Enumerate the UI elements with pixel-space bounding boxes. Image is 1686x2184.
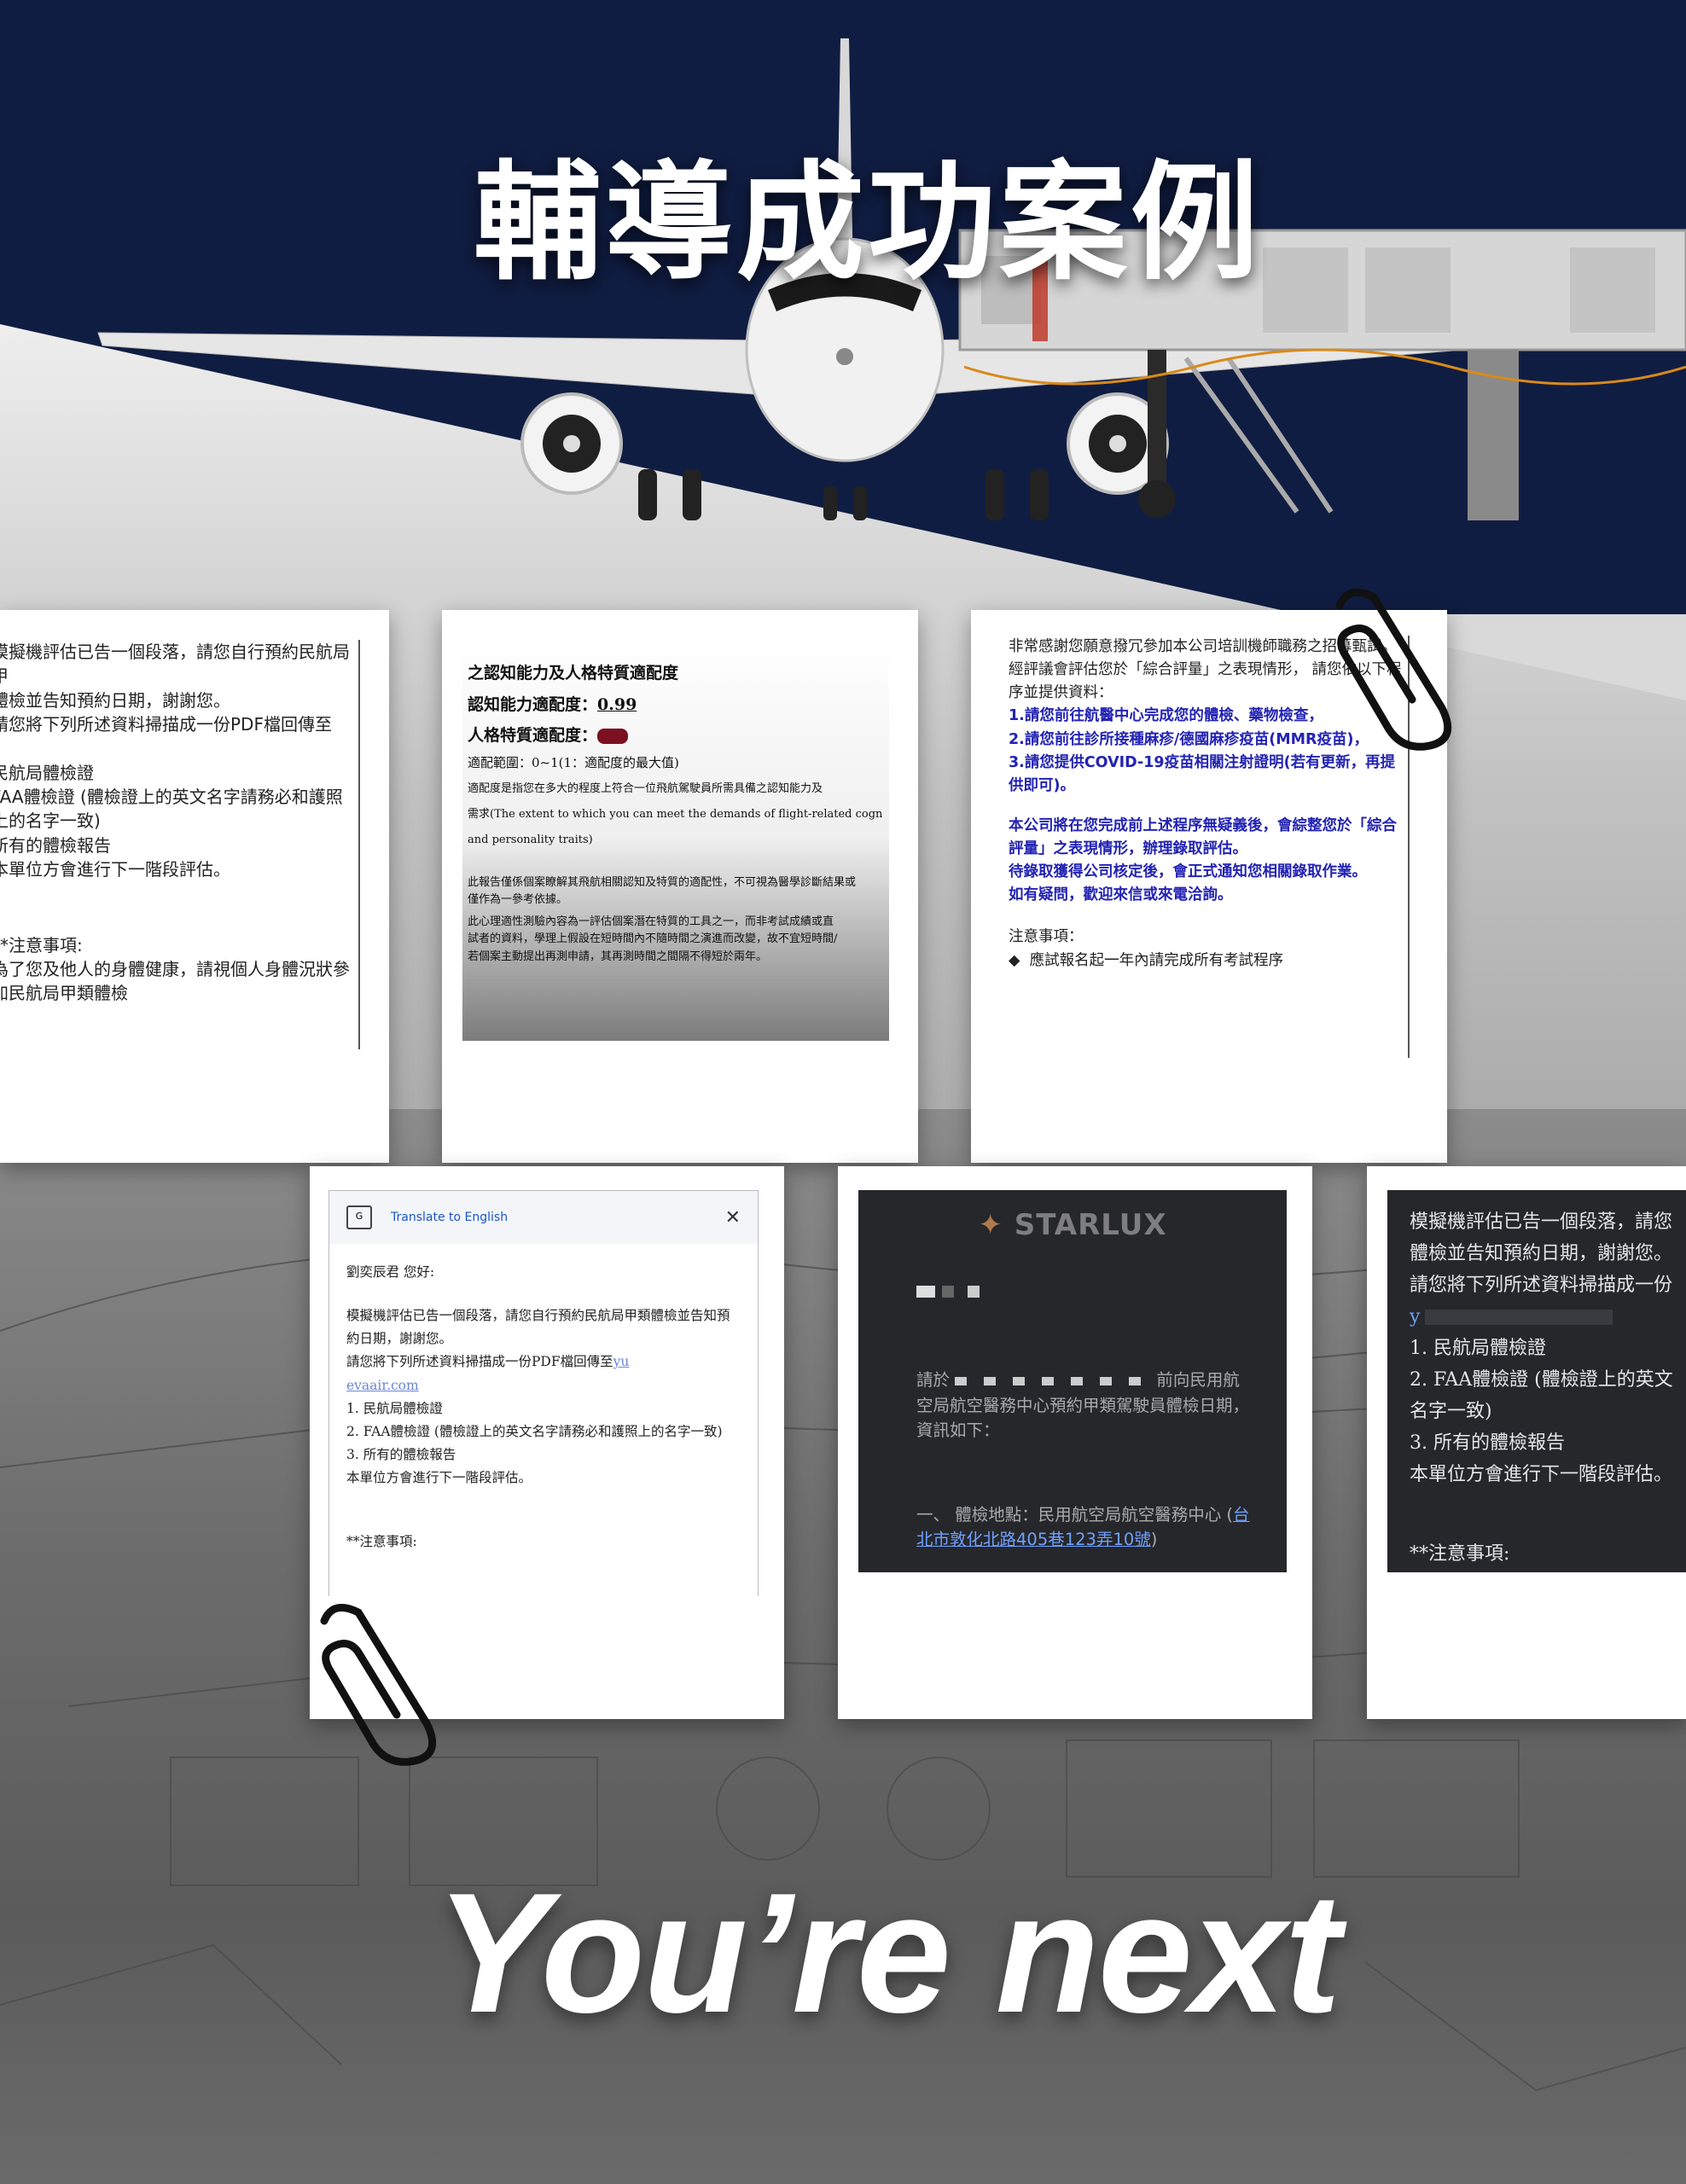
redacted-date bbox=[955, 1376, 1152, 1385]
paperclip-icon bbox=[320, 1603, 437, 1766]
list-item: 2. FAA體檢證 (體檢證上的英文名字請務必和護照上的名字一致) bbox=[346, 1423, 723, 1439]
cognitive-label: 認知能力適配度： bbox=[468, 695, 598, 715]
text-line: 本單位方會進行下一階段評估。 bbox=[346, 1470, 532, 1485]
scanned-report: 之認知能力及人格特質適配度 認知能力適配度：0.99 人格特質適配度： 適配範圍… bbox=[462, 636, 889, 1041]
note-text: 試者的資料，學理上假設在短時間內不隨時間之演進而改變，故不宜短時間/ bbox=[468, 932, 838, 946]
list-item: FAA體檢證 (體檢證上的英文名字請務必和護照上的名字一致) bbox=[0, 786, 343, 832]
email-window: G Translate to English ✕ 劉奕辰君 您好: 模擬機評估已… bbox=[328, 1190, 759, 1596]
diamond-bullet-icon: ◆ bbox=[1009, 951, 1030, 969]
text-line: 請您將下列所述資料掃描成一份PDF檔回傳至 bbox=[0, 714, 332, 735]
list-item: 所有的體檢報告 bbox=[0, 834, 111, 856]
text-fragment: ) bbox=[1150, 1530, 1158, 1550]
text-line: 請您將下列所述資料掃描成一份 bbox=[1410, 1274, 1673, 1296]
instruction-text: 如有疑問，歡迎來信或來電洽詢。 bbox=[1009, 886, 1233, 904]
cognitive-score: 0.99 bbox=[597, 695, 637, 715]
greeting: 劉奕辰君 您好: bbox=[346, 1264, 435, 1280]
close-icon[interactable]: ✕ bbox=[725, 1207, 741, 1228]
document-card-1: 模擬機評估已告一個段落，請您自行預約民航局甲 體檢並告知預約日期，謝謝您。 請您… bbox=[0, 610, 389, 1163]
text-fragment: 一、 體檢地點：民用航空局航空醫務中心 ( bbox=[916, 1505, 1234, 1525]
document-card-2: 之認知能力及人格特質適配度 認知能力適配度：0.99 人格特質適配度： 適配範圍… bbox=[442, 610, 918, 1163]
document-card-5: ✦ STARLUX 請於 前向民用航空局航空醫務中心預約甲類駕駛員體檢日期，資訊… bbox=[838, 1166, 1312, 1719]
instruction-text: 待錄取獲得公司核定後，會正式通知您相關錄取作業。 bbox=[1009, 863, 1367, 881]
email-link[interactable]: y bbox=[1410, 1306, 1420, 1327]
document-content: 模擬機評估已告一個段落，請您自行預約民航局甲 體檢並告知預約日期，謝謝您。 請您… bbox=[0, 640, 360, 1049]
translate-link[interactable]: Translate to English bbox=[391, 1211, 508, 1224]
redacted-email bbox=[1425, 1309, 1613, 1325]
notice-title: **注意事項: bbox=[346, 1534, 417, 1550]
starlux-logo-icon: ✦ bbox=[978, 1208, 1003, 1242]
range-text: 適配範圍：0~1(1：適配度的最大值) bbox=[468, 755, 679, 771]
appointment-text: 請於 前向民用航空局航空醫務中心預約甲類駕駛員體檢日期，資訊如下： bbox=[916, 1368, 1253, 1443]
notice-title: **注意事項: bbox=[1410, 1542, 1510, 1565]
list-item: 3. 所有的體檢報告 bbox=[1410, 1432, 1565, 1454]
personality-label: 人格特質適配度： bbox=[468, 725, 598, 745]
text-line: 模擬機評估已告一個段落，請您 bbox=[1410, 1211, 1673, 1233]
list-item: 2. FAA體檢證 (體檢證上的英文 bbox=[1410, 1368, 1673, 1391]
list-item: 1. 民航局體檢證 bbox=[346, 1400, 443, 1416]
list-item: 本單位方會進行下一階段評估。 bbox=[1410, 1463, 1673, 1485]
location-text: 一、 體檢地點：民用航空局航空醫務中心 (台北市敦化北路405巷123弄10號) bbox=[916, 1502, 1253, 1553]
dark-email: 模擬機評估已告一個段落，請您 體檢並告知預約日期，謝謝您。 請您將下列所述資料掃… bbox=[1387, 1190, 1686, 1572]
text-line: 本單位方會進行下一階段評估。 bbox=[0, 859, 230, 880]
email-link[interactable]: yu bbox=[613, 1354, 630, 1369]
page-title: 輔導成功案例 bbox=[474, 149, 1263, 298]
text-line: 模擬機評估已告一個段落，請您自行預約民航局甲 bbox=[0, 642, 350, 686]
text-fragment: 請於 bbox=[916, 1370, 951, 1391]
definition-text: 適配度是指您在多大的程度上符合一位飛航駕駛員所需具備之認知能力及 bbox=[468, 781, 823, 795]
notice-title: **注意事項: bbox=[0, 934, 83, 956]
instruction-text: 本公司將在您完成前上述程序無疑義後，會綜整您於「綜合評量」之表現情形，辦理錄取評… bbox=[1009, 816, 1397, 857]
report-heading: 之認知能力及人格特質適配度 bbox=[468, 664, 679, 682]
note-text: 此心理適性測驗內容為一評估個案潛在特質的工具之一，而非考試成績或直 bbox=[468, 915, 834, 929]
translate-icon: G bbox=[346, 1205, 372, 1229]
notice-text: 應試報名起一年內請完成所有考試程序 bbox=[1029, 951, 1284, 969]
text-paragraph: 請您將下列所述資料掃描成一份PDF檔回傳至 bbox=[346, 1354, 613, 1370]
dark-email: ✦ STARLUX 請於 前向民用航空局航空醫務中心預約甲類駕駛員體檢日期，資訊… bbox=[858, 1190, 1287, 1572]
text-paragraph: 模擬機評估已告一個段落，請您自行預約民航局甲類體檢並告知預約日期，謝謝您。 bbox=[346, 1308, 730, 1347]
tagline: You’re next bbox=[435, 1858, 1341, 2048]
list-item: 1. 民航局體檢證 bbox=[1410, 1337, 1546, 1359]
redacted-mark bbox=[597, 728, 629, 744]
email-link[interactable]: evaair.com bbox=[346, 1374, 741, 1397]
redacted-name bbox=[916, 1280, 1287, 1304]
document-card-6: 模擬機評估已告一個段落，請您 體檢並告知預約日期，謝謝您。 請您將下列所述資料掃… bbox=[1367, 1166, 1686, 1719]
list-item: 3. 所有的體檢報告 bbox=[346, 1446, 456, 1462]
note-text: 此報告僅係個案瞭解其飛航相關認知及特質的適配性，不可視為醫學診斷結果或 bbox=[468, 875, 857, 889]
notice-title: 注意事項： bbox=[1009, 928, 1084, 946]
note-text: 僅作為一參考依據。 bbox=[468, 893, 568, 907]
english-text: 需求(The extent to which you can meet the … bbox=[468, 807, 883, 821]
text-line: 體檢並告知預約日期，謝謝您。 bbox=[1410, 1242, 1673, 1264]
text-line: 體檢並告知預約日期，謝謝您。 bbox=[0, 689, 230, 711]
note-text: 若個案主動提出再測申請，其再測時間之間隔不得短於兩年。 bbox=[468, 950, 768, 963]
list-item: 名字一致) bbox=[1410, 1400, 1492, 1422]
paperclip-icon bbox=[1335, 588, 1452, 751]
instruction-item: 3.請您提供COVID-19疫苗相關注射證明(若有更新，再提供即可)。 bbox=[1009, 753, 1396, 794]
list-item: 民航局體檢證 bbox=[0, 762, 94, 783]
translate-bar: G Translate to English ✕ bbox=[329, 1191, 758, 1244]
english-text: and personality traits) bbox=[468, 833, 593, 846]
notice-text: 為了您及他人的身體健康，請視個人身體況狀參加民航局甲類體檢 bbox=[0, 958, 350, 1004]
brand-name: STARLUX bbox=[1014, 1208, 1167, 1242]
